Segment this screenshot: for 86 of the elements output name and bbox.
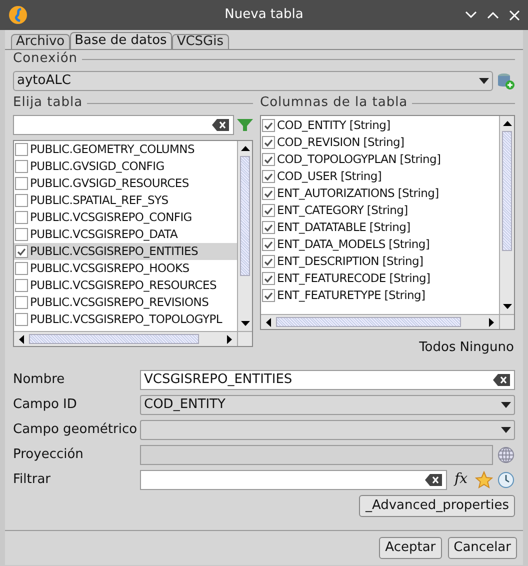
globe-icon[interactable]: [497, 446, 515, 464]
connection-dropdown[interactable]: aytoALC: [13, 71, 493, 91]
checkbox[interactable]: [262, 289, 275, 302]
checkbox[interactable]: [15, 211, 28, 224]
column-list-item[interactable]: ENT_CATEGORY [String]: [261, 202, 499, 219]
scrollbar-thumb[interactable]: [29, 334, 199, 344]
clear-icon[interactable]: [425, 474, 443, 486]
field-dropdown[interactable]: COD_ENTITY: [140, 394, 515, 414]
minimize-icon[interactable]: [465, 11, 477, 19]
checkbox[interactable]: [15, 228, 28, 241]
dialog-button[interactable]: Aceptar: [379, 537, 442, 559]
column-list-item[interactable]: ENT_FEATURECODE [String]: [261, 270, 499, 287]
field-label: Campo ID: [13, 396, 78, 414]
checkbox[interactable]: [262, 204, 275, 217]
checkbox[interactable]: [262, 272, 275, 285]
table-list-item[interactable]: PUBLIC.GVSIGD_RESOURCES: [14, 175, 237, 192]
table-list-item[interactable]: PUBLIC.SPATIAL_REF_SYS: [14, 192, 237, 209]
table-list-item[interactable]: PUBLIC.VCSGISREPO_HOOKS: [14, 260, 237, 277]
checkbox[interactable]: [15, 262, 28, 275]
column-list-item[interactable]: COD_ENTITY [String]: [261, 117, 499, 134]
table-list-item[interactable]: PUBLIC.GVSIGD_CONFIG: [14, 158, 237, 175]
select-button[interactable]: Ninguno: [458, 338, 515, 358]
star-icon[interactable]: [475, 470, 493, 488]
scrollbar-thumb[interactable]: [502, 131, 512, 251]
tab[interactable]: Base de datos: [70, 32, 172, 49]
close-icon[interactable]: [509, 10, 520, 20]
column-list-item[interactable]: ENT_DATATABLE [String]: [261, 219, 499, 236]
checkbox[interactable]: [15, 296, 28, 309]
caret-icon: [501, 402, 511, 408]
checkbox[interactable]: [262, 187, 275, 200]
name-field[interactable]: VCSGISREPO_ENTITIES: [140, 370, 515, 390]
field-label: Proyección: [13, 446, 84, 464]
caret-icon: [501, 426, 511, 432]
tab[interactable]: VCSGis: [172, 34, 229, 49]
checkbox[interactable]: [15, 313, 28, 326]
add-database-icon[interactable]: [497, 72, 515, 90]
table-list-item[interactable]: PUBLIC.VCSGISREPO_RESOURCES: [14, 277, 237, 294]
expression-button[interactable]: fx: [451, 469, 471, 490]
checkbox[interactable]: [15, 177, 28, 190]
column-list-item[interactable]: ENT_DATA_MODELS [String]: [261, 236, 499, 253]
advanced-properties-button[interactable]: _Advanced_properties: [359, 494, 515, 516]
section-heading: Columnas de la tabla: [260, 94, 408, 112]
table-list-item[interactable]: PUBLIC.VCSGISREPO_CONFIG: [14, 209, 237, 226]
clear-icon[interactable]: [212, 119, 230, 131]
checkbox[interactable]: [15, 279, 28, 292]
caret-icon: [479, 78, 489, 84]
field-label: Campo geométrico: [13, 420, 136, 439]
tab[interactable]: Archivo: [11, 34, 70, 49]
scrollbar-thumb[interactable]: [276, 317, 461, 327]
checkbox[interactable]: [262, 170, 275, 183]
column-list-item[interactable]: ENT_AUTORIZATIONS [String]: [261, 185, 499, 202]
field-dropdown[interactable]: [140, 420, 515, 440]
column-list-item[interactable]: ENT_DESCRIPTION [String]: [261, 253, 499, 270]
table-list-item[interactable]: PUBLIC.VCSGISREPO_TOPOLOGYPL: [14, 311, 237, 328]
checkbox[interactable]: [262, 255, 275, 268]
table-list-item[interactable]: PUBLIC.VCSGISREPO_DATA: [14, 226, 237, 243]
checkbox[interactable]: [262, 221, 275, 234]
section-heading: Elija tabla: [13, 94, 83, 112]
field-label: Nombre: [13, 370, 66, 389]
checkbox[interactable]: [262, 238, 275, 251]
table-list-item[interactable]: PUBLIC.VCSGISREPO_ENTITIES: [14, 243, 237, 260]
maximize-icon[interactable]: [487, 11, 499, 19]
checkbox[interactable]: [15, 160, 28, 173]
checkbox[interactable]: [15, 245, 28, 258]
checkbox[interactable]: [15, 194, 28, 207]
table-search-field[interactable]: [13, 115, 234, 135]
scrollbar-thumb[interactable]: [240, 156, 250, 276]
clear-icon[interactable]: [493, 374, 511, 386]
clock-icon[interactable]: [497, 470, 515, 488]
dialog-button[interactable]: Cancelar: [448, 537, 517, 559]
select-button[interactable]: Todos: [418, 338, 457, 358]
checkbox[interactable]: [262, 119, 275, 132]
checkbox[interactable]: [262, 136, 275, 149]
field-label: Filtrar: [13, 470, 52, 489]
filter-field[interactable]: [140, 470, 447, 490]
app-logo-icon: [8, 5, 28, 25]
column-list-item[interactable]: COD_REVISION [String]: [261, 134, 499, 151]
checkbox[interactable]: [262, 153, 275, 166]
table-list-item[interactable]: PUBLIC.VCSGISREPO_REVISIONS: [14, 294, 237, 311]
table-list-item[interactable]: PUBLIC.GEOMETRY_COLUMNS: [14, 141, 237, 158]
column-list-item[interactable]: COD_TOPOLOGYPLAN [String]: [261, 151, 499, 168]
checkbox[interactable]: [15, 143, 28, 156]
window-title: Nueva tabla: [224, 6, 304, 24]
column-list-item[interactable]: COD_USER [String]: [261, 168, 499, 185]
section-heading: Conexión: [13, 50, 78, 68]
column-list-item[interactable]: ENT_FEATURETYPE [String]: [261, 287, 499, 304]
